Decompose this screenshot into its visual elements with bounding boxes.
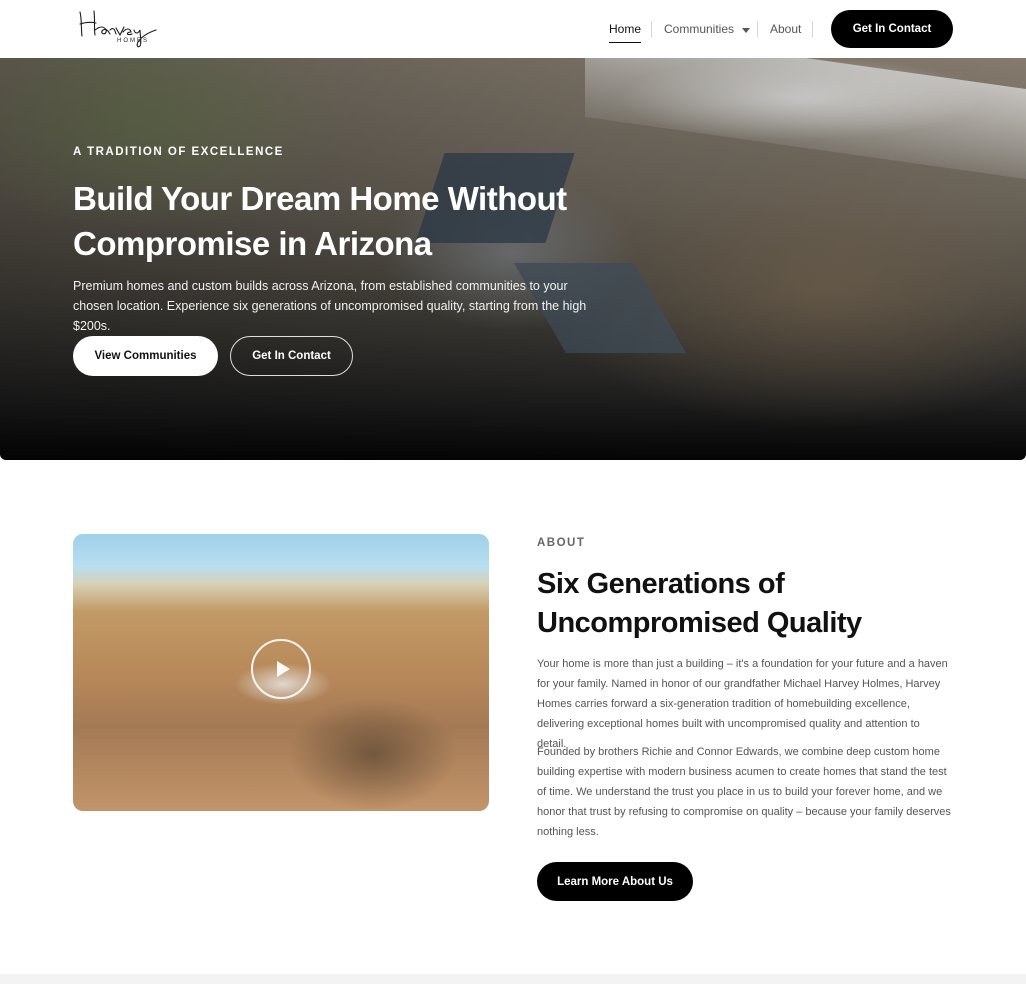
hero-title: Build Your Dream Home Without Compromise… bbox=[73, 180, 567, 262]
learn-more-button[interactable]: Learn More About Us bbox=[537, 862, 693, 901]
harvey-homes-logo[interactable]: HOMES bbox=[76, 6, 162, 50]
about-paragraph-1: Your home is more than just a building –… bbox=[537, 658, 948, 750]
nav-item-home[interactable]: Home bbox=[609, 0, 642, 58]
nav-divider bbox=[651, 21, 652, 37]
play-icon[interactable] bbox=[251, 639, 311, 699]
hero-description: Premium homes and custom builds across A… bbox=[73, 279, 587, 333]
nav-about-label: About bbox=[770, 22, 802, 36]
chevron-down-icon bbox=[742, 27, 751, 33]
nav-divider bbox=[812, 21, 813, 37]
view-communities-button[interactable]: View Communities bbox=[73, 336, 218, 376]
about-eyebrow: ABOUT bbox=[537, 537, 586, 549]
logo-subtext: HOMES bbox=[117, 38, 150, 44]
about-video[interactable] bbox=[73, 534, 489, 811]
nav-communities-label: Communities bbox=[664, 22, 735, 36]
nav-item-about[interactable]: About bbox=[770, 0, 801, 58]
nav-divider bbox=[757, 21, 758, 37]
header-contact-button[interactable]: Get In Contact bbox=[831, 10, 953, 48]
nav-item-communities[interactable]: Communities bbox=[664, 0, 751, 58]
hero-section: A TRADITION OF EXCELLENCE Build Your Dre… bbox=[0, 58, 1026, 460]
hero-eyebrow: A TRADITION OF EXCELLENCE bbox=[73, 146, 284, 158]
about-title: Six Generations of Uncompromised Quality bbox=[537, 568, 862, 639]
hero-contact-button[interactable]: Get In Contact bbox=[230, 336, 353, 376]
play-triangle bbox=[276, 661, 290, 677]
next-section-edge bbox=[0, 974, 1026, 984]
nav-home-label: Home bbox=[609, 22, 642, 43]
about-paragraph-2: Founded by brothers Richie and Connor Ed… bbox=[537, 746, 951, 838]
site-header: HOMES Home Communities About Get In Cont… bbox=[0, 0, 1026, 58]
